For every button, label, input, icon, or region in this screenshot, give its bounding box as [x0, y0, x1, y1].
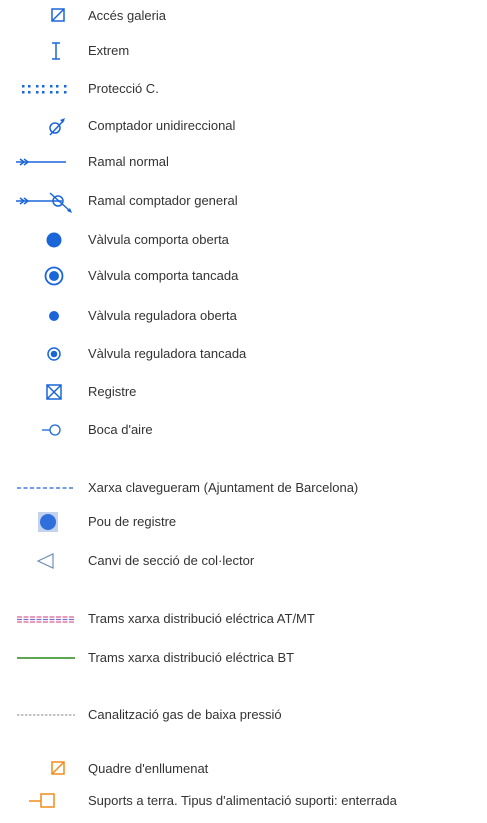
legend-item-valvula-comporta-oberta: Vàlvula comporta oberta: [0, 228, 487, 252]
branch-meter-icon: [16, 189, 76, 213]
dotted-grid-icon: [21, 77, 71, 101]
legend-label: Xarxa clavegueram (Ajuntament de Barcelo…: [88, 480, 359, 495]
legend-label: Quadre d'enllumenat: [88, 761, 209, 776]
legend-item-registre: Registre: [0, 380, 487, 404]
legend-item-trams-bt: Trams xarxa distribució eléctrica BT: [0, 646, 487, 670]
legend-item-acces-galeria: Accés galeria: [0, 4, 487, 28]
legend-item-extrem: Extrem: [0, 39, 487, 63]
square-slash-icon: [50, 4, 66, 28]
legend-item-canvi-de-seccio: Canvi de secció de col·lector: [0, 549, 487, 573]
legend-label: Vàlvula comporta tancada: [88, 268, 239, 283]
legend-label: Vàlvula reguladora tancada: [88, 346, 247, 361]
legend-item-ramal-normal: Ramal normal: [0, 150, 487, 174]
legend-item-comptador-unidireccional: Comptador unidireccional: [0, 114, 487, 138]
legend-item-xarxa-clavegueram: Xarxa clavegueram (Ajuntament de Barcelo…: [0, 476, 487, 500]
legend-label: Ramal comptador general: [88, 193, 238, 208]
dashed-line-icon: [17, 703, 77, 727]
legend-item-suports-a-terra: Suports a terra. Tipus d'alimentació sup…: [0, 789, 487, 813]
hatched-line-icon: [17, 607, 77, 631]
branch-line-icon: [16, 150, 68, 174]
filled-circle-icon: [44, 228, 64, 252]
legend-label: Registre: [88, 384, 137, 399]
dashed-line-icon: [17, 476, 77, 500]
legend-item-valvula-comporta-tancada: Vàlvula comporta tancada: [0, 264, 487, 288]
meter-arrow-icon: [46, 114, 68, 138]
legend-label: Accés galeria: [88, 8, 167, 23]
legend-label: Canalització gas de baixa pressió: [88, 707, 282, 722]
legend-label: Extrem: [88, 43, 130, 58]
legend-item-ramal-comptador-general: Ramal comptador general: [0, 189, 487, 213]
legend-item-trams-at-mt: Trams xarxa distribució eléctrica AT/MT: [0, 607, 487, 631]
small-filled-circle-icon: [44, 304, 64, 328]
legend-label: Boca d'aire: [88, 422, 153, 437]
small-ringed-circle-icon: [44, 342, 64, 366]
legend-item-boca-daire: Boca d'aire: [0, 418, 487, 442]
legend-item-valvula-reguladora-oberta: Vàlvula reguladora oberta: [0, 304, 487, 328]
solid-line-icon: [17, 646, 77, 670]
legend-label: Ramal normal: [88, 154, 169, 169]
legend-item-valvula-reguladora-tancada: Vàlvula reguladora tancada: [0, 342, 487, 366]
legend-item-quadre-denllumenat: Quadre d'enllumenat: [0, 757, 487, 781]
legend-item-canalitzacio-gas: Canalització gas de baixa pressió: [0, 703, 487, 727]
i-beam-icon: [49, 39, 63, 63]
square-x-icon: [44, 380, 64, 404]
legend-label: Vàlvula reguladora oberta: [88, 308, 237, 323]
legend-label: Pou de registre: [88, 514, 177, 529]
legend-label: Trams xarxa distribució eléctrica AT/MT: [88, 611, 315, 626]
legend-label: Protecció C.: [88, 81, 159, 96]
square-circle-icon: [36, 510, 60, 534]
legend-item-proteccio-c: Protecció C.: [0, 77, 487, 101]
legend-label: Suports a terra. Tipus d'alimentació sup…: [88, 793, 397, 808]
square-slash-icon: [50, 757, 66, 781]
map-legend: { "legend": { "items": [ {"label": "Accé…: [0, 0, 487, 823]
legend-label: Vàlvula comporta oberta: [88, 232, 229, 247]
legend-item-pou-de-registre: Pou de registre: [0, 510, 487, 534]
triangle-left-icon: [36, 549, 56, 573]
legend-label: Canvi de secció de col·lector: [88, 553, 255, 568]
legend-label: Trams xarxa distribució eléctrica BT: [88, 650, 295, 665]
legend-label: Comptador unidireccional: [88, 118, 236, 133]
line-circle-icon: [40, 418, 64, 442]
ringed-circle-icon: [44, 264, 64, 288]
line-square-icon: [29, 789, 59, 813]
